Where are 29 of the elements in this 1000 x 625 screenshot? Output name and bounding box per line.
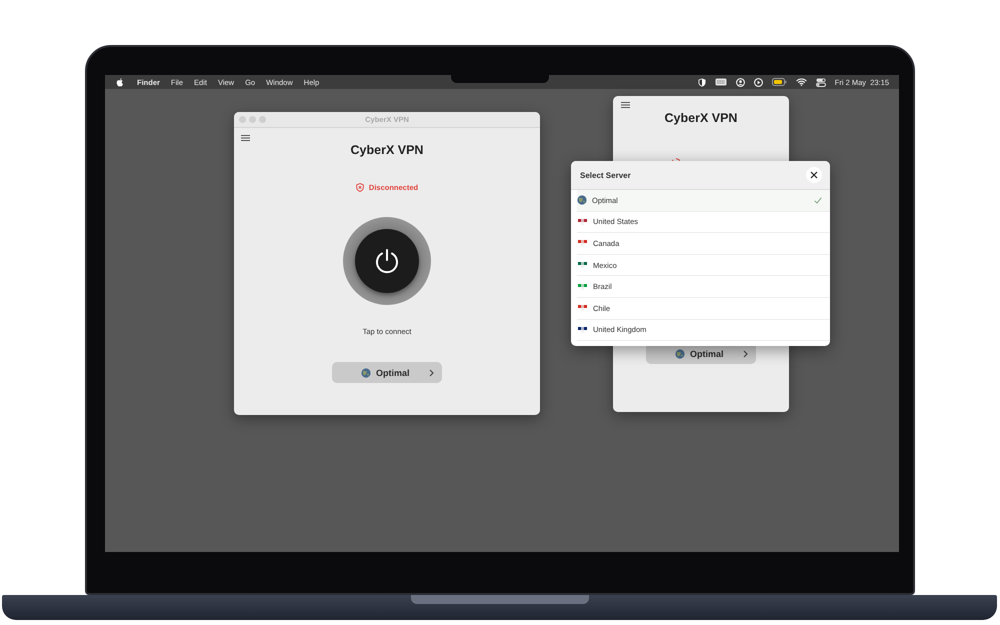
globe-icon (675, 348, 685, 358)
shield-icon[interactable] (698, 78, 706, 86)
keyboard-icon[interactable] (714, 78, 727, 86)
sheet-title: Select Server (580, 170, 631, 180)
power-icon (373, 247, 401, 275)
globe-icon (361, 368, 371, 378)
flag-icon (578, 284, 587, 290)
battery-icon[interactable] (772, 78, 787, 86)
app-title: CyberX VPN (350, 143, 424, 157)
close-button[interactable] (806, 167, 822, 183)
flag-icon (578, 240, 587, 246)
menu-icon[interactable] (621, 102, 630, 108)
apple-logo-icon[interactable] (116, 78, 124, 86)
flag-icon (578, 262, 587, 268)
app-title: CyberX VPN (664, 111, 738, 125)
control-center-icon[interactable] (816, 78, 826, 86)
menu-icon[interactable] (241, 135, 250, 141)
checkmark-icon (814, 196, 822, 204)
server-select-button[interactable]: Optimal (332, 362, 442, 383)
chevron-right-icon (429, 368, 434, 376)
close-icon (810, 171, 818, 179)
flag-icon (578, 218, 587, 225)
globe-icon (577, 195, 587, 206)
chevron-right-icon (743, 350, 748, 358)
wifi-icon[interactable] (796, 78, 807, 86)
user-icon[interactable] (736, 78, 745, 86)
flag-icon (578, 326, 587, 333)
flag-icon (578, 305, 587, 312)
play-icon[interactable] (754, 78, 763, 86)
